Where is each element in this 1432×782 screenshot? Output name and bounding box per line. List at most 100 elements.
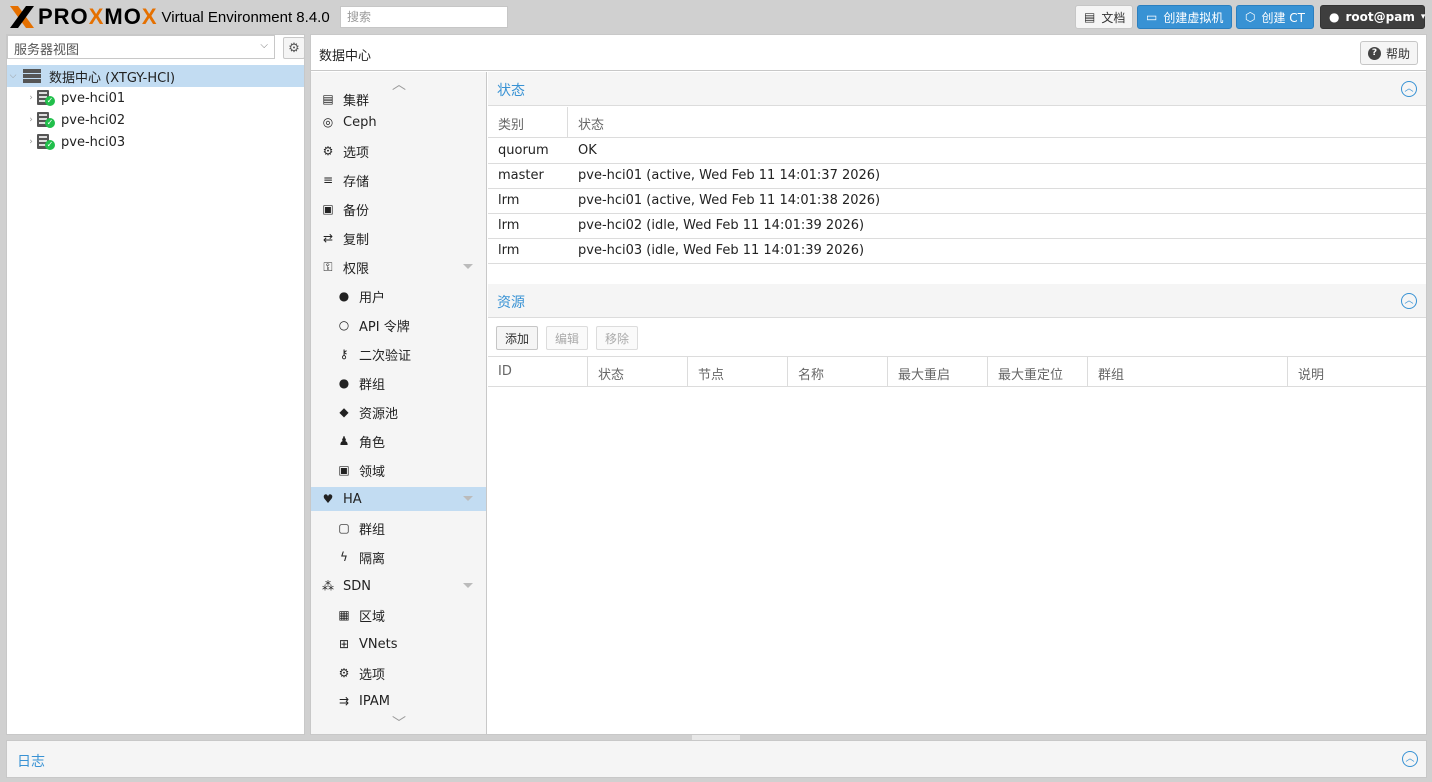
help-button[interactable]: ? 帮助 [1360,41,1418,65]
status-section-title: 状态 [497,83,525,99]
question-circle-icon: ? [1367,46,1381,60]
cube-icon: ⬡ [1245,10,1256,24]
column-header-name[interactable]: 名称 [788,357,888,387]
collapse-caret-icon[interactable] [463,583,473,588]
expand-icon[interactable]: › [25,93,37,103]
table-row[interactable]: lrm pve-hci01 (active, Wed Feb 11 14:01:… [488,189,1426,214]
column-header-state[interactable]: 状态 [588,357,688,387]
unlock-icon: ⚿ [323,259,333,274]
resources-section-header[interactable]: 资源 ︿ [488,284,1426,318]
nav-item-two-factor[interactable]: ⚷ 二次验证 [311,342,486,366]
docs-button[interactable]: ▤ 文档 [1075,5,1133,29]
column-header-max-relocate[interactable]: 最大重定位 [988,357,1088,387]
proxmox-logo[interactable]: PRO X MO X Virtual Environment 8.4.0 [8,4,330,30]
nav-item-ha-groups[interactable]: ▢ 群组 [311,516,486,540]
brand-x: X [88,4,105,29]
gear-icon: ⚙ [288,40,300,56]
nav-item-ha[interactable]: ♥ HA [311,487,486,511]
top-header: PROXMOX Virtual Environment 8.4.0 ▤ 文档 ▭… [0,0,1432,34]
expand-icon[interactable]: › [25,137,37,147]
nav-item-label: 集群 [343,93,370,109]
tags-icon: ◆ [339,405,349,419]
collapse-icon[interactable]: ⌵ [7,71,19,81]
nav-item-zones[interactable]: ▦ 区域 [311,603,486,627]
expand-icon[interactable]: › [25,115,37,125]
collapse-caret-icon[interactable] [463,264,473,269]
tree-settings-button[interactable]: ⚙ [283,37,305,59]
resources-section-title: 资源 [497,295,525,311]
nav-item-backup[interactable]: ▣ 备份 [311,197,486,221]
user-menu-button[interactable]: ● root@pam ▾ [1320,5,1425,29]
cell-type: lrm [498,218,520,233]
tree-datacenter-label: 数据中心 (XTGY-HCI) [49,70,176,86]
log-panel[interactable]: 日志 ︿ [6,740,1427,778]
nav-item-realms[interactable]: ▣ 领域 [311,458,486,482]
create-vm-button[interactable]: ▭ 创建虚拟机 [1137,5,1232,29]
table-row[interactable]: master pve-hci01 (active, Wed Feb 11 14:… [488,164,1426,189]
nav-item-fencing[interactable]: ϟ 隔离 [311,545,486,569]
tree-item-node[interactable]: › ✓ pve-hci03 [7,131,304,153]
nav-item-replication[interactable]: ⇄ 复制 [311,226,486,250]
view-selector[interactable]: 服务器视图 ⌵ [7,35,275,59]
collapse-caret-icon[interactable] [463,496,473,501]
collapse-up-icon[interactable]: ︿ [1401,81,1417,97]
tree-item-node[interactable]: › ✓ pve-hci02 [7,109,304,131]
nav-item-sdn[interactable]: ⁂ SDN [311,574,486,598]
nav-item-roles[interactable]: ♟ 角色 [311,429,486,453]
column-header-id[interactable]: ID [488,357,588,387]
search-input[interactable] [340,6,508,28]
nav-item-label: 权限 [343,261,370,277]
create-ct-button[interactable]: ⬡ 创建 CT [1236,5,1314,29]
nav-item-storage[interactable]: ≡ 存储 [311,168,486,192]
nav-item-pools[interactable]: ◆ 资源池 [311,400,486,424]
scroll-down-icon[interactable]: ﹀ [391,713,407,733]
column-header-max-restart[interactable]: 最大重启 [888,357,988,387]
brand-wordmark: PRO X MO X [8,4,158,30]
nav-item-vnets[interactable]: ⊞ VNets [311,632,486,656]
column-header-comment[interactable]: 说明 [1288,357,1426,387]
nav-item-label: IPAM [359,693,390,709]
nav-item-label: 角色 [359,435,386,451]
node-online-icon: ✓ [37,112,55,128]
nav-item-ceph[interactable]: ◎ Ceph [311,110,486,134]
status-section-header[interactable]: 状态 ︿ [488,72,1426,106]
ceph-icon: ◎ [322,115,334,129]
resource-tree-panel: 服务器视图 ⌵ ⚙ ⌵ 数据中心 (XTGY-HCI) › ✓ pve-hci0… [6,34,305,735]
nav-item-options[interactable]: ⚙ 选项 [311,139,486,163]
table-row[interactable]: quorum OK [488,139,1426,164]
nav-item-label: 资源池 [359,406,399,422]
address-book-icon: ▣ [338,463,350,477]
nav-item-label: 领域 [359,464,386,480]
table-row[interactable]: lrm pve-hci02 (idle, Wed Feb 11 14:01:39… [488,214,1426,239]
nav-item-groups[interactable]: ● 群组 [311,371,486,395]
nav-item-label: 复制 [343,232,370,248]
edit-button[interactable]: 编辑 [546,326,589,350]
object-group-icon: ▢ [338,521,350,535]
column-header-status[interactable]: 状态 [568,107,1426,137]
column-header-node[interactable]: 节点 [688,357,788,387]
user-outline-icon: ○ [338,318,350,332]
nav-item-api-tokens[interactable]: ○ API 令牌 [311,313,486,337]
tree-item-datacenter[interactable]: ⌵ 数据中心 (XTGY-HCI) [7,65,304,87]
remove-button[interactable]: 移除 [596,326,639,350]
nav-item-ipam[interactable]: ⇉ IPAM [311,689,486,713]
cluster-icon: ▤ [322,92,334,106]
nav-item-label: API 令牌 [359,319,410,335]
expand-up-icon[interactable]: ︿ [1402,751,1418,767]
status-grid-header: 类别 状态 [488,107,1426,138]
add-button[interactable]: 添加 [496,326,539,350]
database-icon: ≡ [322,173,334,187]
nav-item-sdn-options[interactable]: ⚙ 选项 [311,661,486,685]
nav-item-users[interactable]: ● 用户 [311,284,486,308]
column-header-type[interactable]: 类别 [488,107,568,137]
table-row[interactable]: lrm pve-hci03 (idle, Wed Feb 11 14:01:39… [488,239,1426,264]
tree-item-node[interactable]: › ✓ pve-hci01 [7,87,304,109]
column-header-group[interactable]: 群组 [1088,357,1288,387]
nav-item-cluster[interactable]: ▤ 集群 [311,87,486,111]
proxmox-x-icon [10,6,34,28]
nav-item-permissions[interactable]: ⚿ 权限 [311,255,486,279]
collapse-up-icon[interactable]: ︿ [1401,293,1417,309]
cell-type: lrm [498,193,520,208]
male-icon: ♟ [338,434,350,448]
log-title: 日志 [17,754,45,770]
